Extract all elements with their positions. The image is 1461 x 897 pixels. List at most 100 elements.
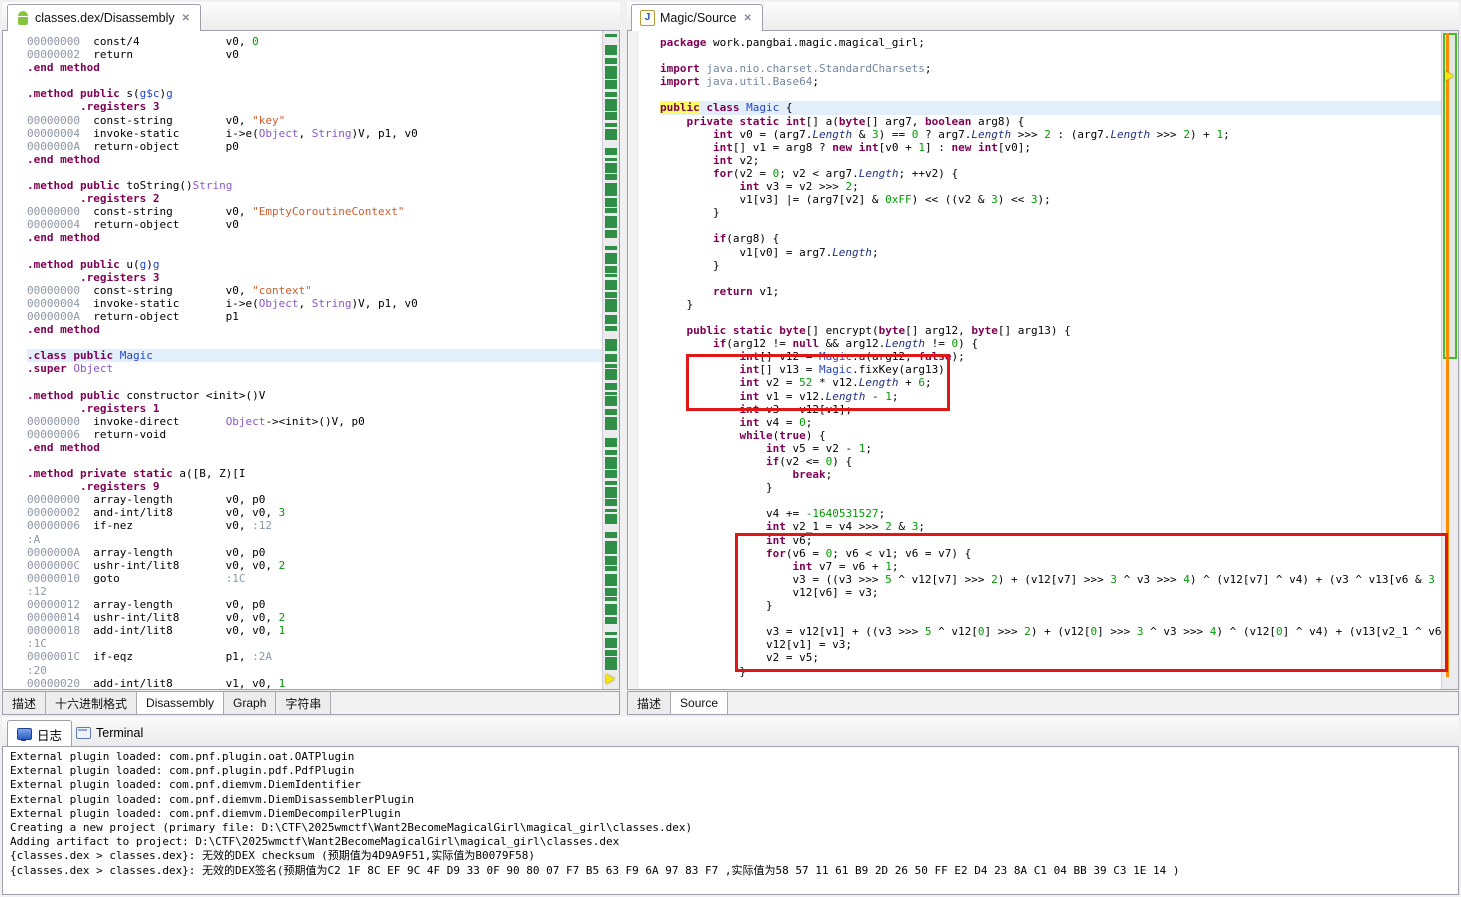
code-line[interactable]: .super Object [27, 362, 602, 375]
code-line[interactable]: } [660, 298, 1441, 311]
code-line[interactable]: v1[v3] |= (arg7[v2] & 0xFF) << ((v2 & 3)… [660, 193, 1441, 206]
code-line[interactable]: .class public Magic [27, 349, 602, 362]
code-line[interactable]: 00000006 if-nez v0, :12 [27, 519, 602, 532]
code-line[interactable]: .method public u(g)g [27, 258, 602, 271]
code-line[interactable]: if(v2 <= 0) { [660, 455, 1441, 468]
code-line[interactable]: 0000001C if-eqz p1, :2A [27, 650, 602, 663]
code-line[interactable]: .registers 3 [27, 271, 602, 284]
code-line[interactable]: if(arg8) { [660, 232, 1441, 245]
code-line[interactable]: :20 [27, 664, 602, 677]
code-line[interactable]: for(v6 = 0; v6 < v1; v6 = v7) { [660, 547, 1441, 560]
code-line[interactable]: int v0 = (arg7.Length & 3) == 0 ? arg7.L… [660, 128, 1441, 141]
ruler-marker-icon[interactable] [606, 674, 615, 684]
code-line[interactable]: .method public toString()String [27, 179, 602, 192]
code-line[interactable]: .end method [27, 153, 602, 166]
code-line[interactable]: .method public s(g$c)g [27, 87, 602, 100]
code-line[interactable]: 00000018 add-int/lit8 v0, v0, 1 [27, 624, 602, 637]
code-line[interactable] [27, 74, 602, 87]
code-line[interactable]: v3 = ((v3 >>> 5 ^ v12[v7] >>> 2) + (v12[… [660, 573, 1441, 586]
code-line[interactable]: int v1 = v12.Length - 1; [660, 390, 1441, 403]
source-code-area[interactable]: package work.pangbai.magic.magical_girl;… [638, 31, 1441, 689]
code-line[interactable]: 00000004 return-object v0 [27, 218, 602, 231]
code-line[interactable]: while(true) { [660, 429, 1441, 442]
code-line[interactable]: if(arg12 != null && arg12.Length != 0) { [660, 337, 1441, 350]
code-line[interactable] [27, 336, 602, 349]
close-icon[interactable]: ✕ [180, 12, 192, 25]
code-line[interactable]: int v2_1 = v4 >>> 2 & 3; [660, 520, 1441, 533]
view-tab-Graph[interactable]: Graph [224, 692, 276, 714]
code-line[interactable]: v3 = v12[v1] + ((v3 >>> 5 ^ v12[0] >>> 2… [660, 625, 1441, 638]
code-line[interactable]: int v3 = v2 >>> 2; [660, 180, 1441, 193]
view-tab-十六进制格式[interactable]: 十六进制格式 [46, 692, 137, 714]
code-line[interactable] [660, 612, 1441, 625]
code-line[interactable]: .end method [27, 231, 602, 244]
code-line[interactable]: .end method [27, 323, 602, 336]
code-line[interactable]: :A [27, 533, 602, 546]
code-line[interactable]: 0000000C ushr-int/lit8 v0, v0, 2 [27, 559, 602, 572]
tab-magic-source[interactable]: J Magic/Source ✕ [631, 4, 763, 31]
code-line[interactable]: import java.nio.charset.StandardCharsets… [660, 62, 1441, 75]
code-line[interactable]: break; [660, 468, 1441, 481]
code-line[interactable]: int v6; [660, 534, 1441, 547]
code-line[interactable]: v2 = v5; [660, 651, 1441, 664]
console-tab-Terminal[interactable]: Terminal [67, 720, 152, 746]
code-line[interactable]: 00000006 return-void [27, 428, 602, 441]
code-line[interactable]: 00000000 invoke-direct Object-><init>()V… [27, 415, 602, 428]
code-line[interactable] [660, 494, 1441, 507]
code-line[interactable]: 0000000A return-object p0 [27, 140, 602, 153]
view-tab-描述[interactable]: 描述 [628, 692, 671, 714]
code-line[interactable]: public class Magic { [660, 101, 1441, 114]
log-output[interactable]: External plugin loaded: com.pnf.plugin.o… [2, 746, 1459, 895]
code-line[interactable]: .end method [27, 441, 602, 454]
code-line[interactable]: v4 += -1640531527; [660, 507, 1441, 520]
code-line[interactable]: int[] v1 = arg8 ? new int[v0 + 1] : new … [660, 141, 1441, 154]
code-line[interactable]: int v3 = v12[v1]; [660, 403, 1441, 416]
tab-classes-dex-disassembly[interactable]: classes.dex/Disassembly ✕ [7, 4, 201, 31]
code-line[interactable]: 00000000 const-string v0, "key" [27, 114, 602, 127]
view-tab-Source[interactable]: Source [671, 692, 728, 714]
code-line[interactable]: } [660, 599, 1441, 612]
code-line[interactable]: int[] v12 = Magic.a(arg12, false); [660, 350, 1441, 363]
code-line[interactable]: 00000002 and-int/lit8 v0, v0, 3 [27, 506, 602, 519]
code-line[interactable]: } [660, 665, 1441, 678]
view-tab-描述[interactable]: 描述 [3, 692, 46, 714]
code-line[interactable]: 00000000 array-length v0, p0 [27, 493, 602, 506]
code-line[interactable]: int v4 = 0; [660, 416, 1441, 429]
code-line[interactable] [660, 88, 1441, 101]
code-line[interactable] [27, 245, 602, 258]
code-line[interactable]: } [660, 206, 1441, 219]
code-line[interactable]: 00000000 const-string v0, "context" [27, 284, 602, 297]
code-line[interactable] [27, 375, 602, 388]
code-line[interactable]: 00000010 goto :1C [27, 572, 602, 585]
code-line[interactable]: private static int[] a(byte[] arg7, bool… [660, 115, 1441, 128]
code-line[interactable]: v12[v1] = v3; [660, 638, 1441, 651]
view-tab-字符串[interactable]: 字符串 [276, 692, 331, 714]
code-line[interactable]: 0000000A array-length v0, p0 [27, 546, 602, 559]
code-line[interactable]: .method public constructor <init>()V [27, 389, 602, 402]
code-line[interactable]: int v2 = 52 * v12.Length + 6; [660, 376, 1441, 389]
code-line[interactable]: v1[v0] = arg7.Length; [660, 246, 1441, 259]
code-line[interactable]: .registers 2 [27, 192, 602, 205]
code-line[interactable]: 00000000 const-string v0, "EmptyCoroutin… [27, 205, 602, 218]
ruler-marker-icon[interactable] [1445, 71, 1454, 81]
code-line[interactable] [27, 454, 602, 467]
code-line[interactable] [660, 49, 1441, 62]
code-line[interactable]: .registers 3 [27, 100, 602, 113]
code-line[interactable]: int v7 = v6 + 1; [660, 560, 1441, 573]
left-overview-ruler[interactable] [602, 31, 619, 689]
code-line[interactable]: for(v2 = 0; v2 < arg7.Length; ++v2) { [660, 167, 1441, 180]
code-line[interactable]: .method private static a([B, Z)[I [27, 467, 602, 480]
code-line[interactable]: int[] v13 = Magic.fixKey(arg13); [660, 363, 1441, 376]
code-line[interactable]: return v1; [660, 285, 1441, 298]
code-line[interactable]: 0000000A return-object p1 [27, 310, 602, 323]
code-line[interactable]: .registers 9 [27, 480, 602, 493]
code-line[interactable]: int v5 = v2 - 1; [660, 442, 1441, 455]
close-icon[interactable]: ✕ [741, 12, 753, 25]
code-line[interactable]: } [660, 481, 1441, 494]
code-line[interactable]: package work.pangbai.magic.magical_girl; [660, 36, 1441, 49]
code-line[interactable]: .registers 1 [27, 402, 602, 415]
disassembly-code-area[interactable]: 00000000 const/4 v0, 000000002 return v0… [3, 31, 602, 689]
code-line[interactable]: 00000020 add-int/lit8 v1, v0, 1 [27, 677, 602, 689]
right-overview-ruler[interactable] [1441, 31, 1458, 689]
code-line[interactable]: :1C [27, 637, 602, 650]
